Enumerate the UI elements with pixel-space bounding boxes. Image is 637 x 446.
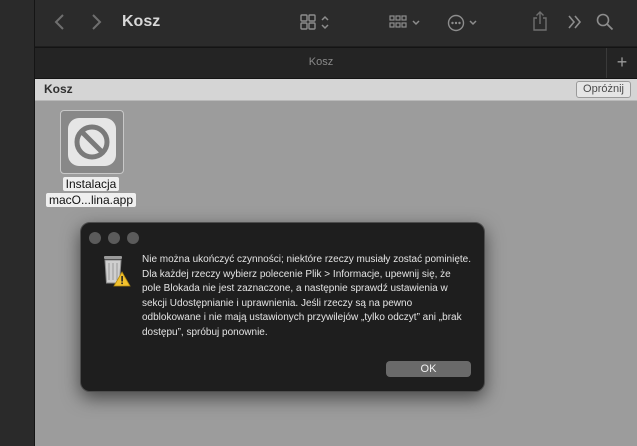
empty-trash-button[interactable]: Opróżnij xyxy=(576,81,631,98)
file-name-line-2: macO...lina.app xyxy=(45,193,137,207)
tab-bar: Kosz + xyxy=(35,47,637,79)
prohibited-app-icon xyxy=(68,118,116,166)
file-name: Instalacja macO...lina.app xyxy=(35,176,147,208)
toolbar: Kosz xyxy=(35,0,637,46)
ok-button[interactable]: OK xyxy=(386,361,471,377)
dialog-message: Nie można ukończyć czynności; niektóre r… xyxy=(142,254,472,338)
new-tab-button[interactable]: + xyxy=(606,48,637,78)
file-name-line-1: Instalacja xyxy=(62,177,120,191)
chevron-left-icon[interactable] xyxy=(53,12,67,37)
more-icon[interactable] xyxy=(447,13,483,38)
sidebar-edge xyxy=(0,0,35,446)
folder-title: Kosz xyxy=(44,82,73,96)
error-dialog: Nie można ukończyć czynności; niektóre r… xyxy=(80,222,485,392)
trash-warning-icon xyxy=(101,253,133,294)
close-light-icon xyxy=(89,232,101,244)
chevron-right-icon[interactable] xyxy=(89,12,103,37)
grid-view-icon[interactable] xyxy=(300,14,336,37)
group-icon[interactable] xyxy=(389,14,425,37)
zoom-light-icon xyxy=(127,232,139,244)
expand-icon[interactable] xyxy=(567,14,583,35)
search-icon[interactable] xyxy=(596,13,614,36)
file-icon-frame xyxy=(60,110,124,174)
window-title: Kosz xyxy=(122,13,161,30)
path-bar: Kosz Opróżnij xyxy=(35,79,637,101)
minimize-light-icon xyxy=(108,232,120,244)
tab-kosz[interactable]: Kosz xyxy=(35,56,607,68)
share-icon[interactable] xyxy=(532,10,548,37)
file-item[interactable]: Instalacja macO...lina.app xyxy=(35,101,147,211)
